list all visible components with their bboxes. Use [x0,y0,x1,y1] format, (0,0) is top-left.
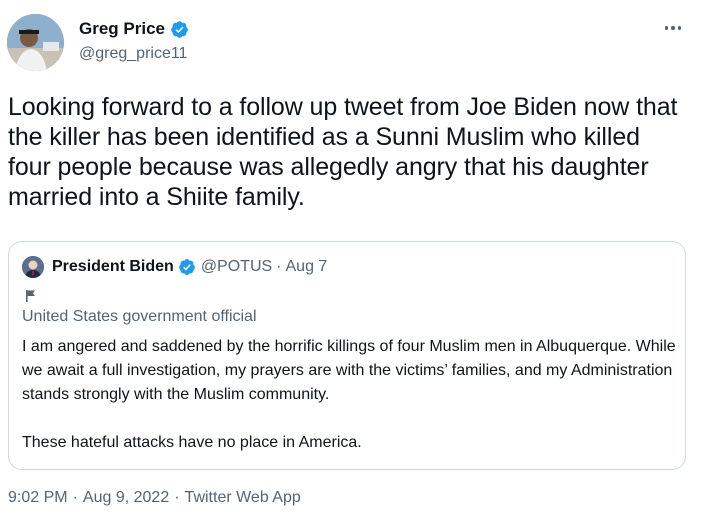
quoted-tweet-body: I am angered and saddened by the horrifi… [22,335,677,455]
author-avatar[interactable] [7,14,64,71]
tweet-text: Looking forward to a follow up tweet fro… [8,93,678,211]
verified-badge-icon [171,20,188,38]
author-handle[interactable]: @greg_price11 [79,45,187,63]
separator-dot: · [276,258,282,275]
affiliation-label: United States government official [22,308,257,325]
flag-icon [26,290,35,302]
verified-badge-icon [178,259,195,275]
tweet-time[interactable]: 9:02 PM [8,489,68,507]
separator-dot: · [72,489,78,506]
more-dots-icon [664,26,669,30]
quoted-author-name: President Biden [52,258,174,275]
tweet: Greg Price @greg_price11 Looking forward… [0,0,703,519]
tweet-meta: 9:02 PM · Aug 9, 2022 · Twitter Web App [8,489,301,507]
more-options-button[interactable] [661,18,685,38]
quoted-tweet[interactable]: President Biden @POTUS · Aug 7 United St… [8,241,686,470]
quoted-author-avatar [22,256,44,278]
quoted-tweet-paragraph: These hateful attacks have no place in A… [22,434,362,451]
author-name[interactable]: Greg Price [79,19,165,39]
tweet-date[interactable]: Aug 9, 2022 [83,489,169,507]
quoted-tweet-date: Aug 7 [285,258,328,275]
quoted-author-handle: @POTUS [200,258,273,275]
author-name-row[interactable]: Greg Price [79,19,189,39]
separator-dot: · [174,489,180,506]
tweet-source-link[interactable]: Twitter Web App [185,489,301,507]
quoted-tweet-paragraph: I am angered and saddened by the horrifi… [22,338,676,403]
quoted-tweet-header: President Biden @POTUS · Aug 7 [22,256,327,278]
